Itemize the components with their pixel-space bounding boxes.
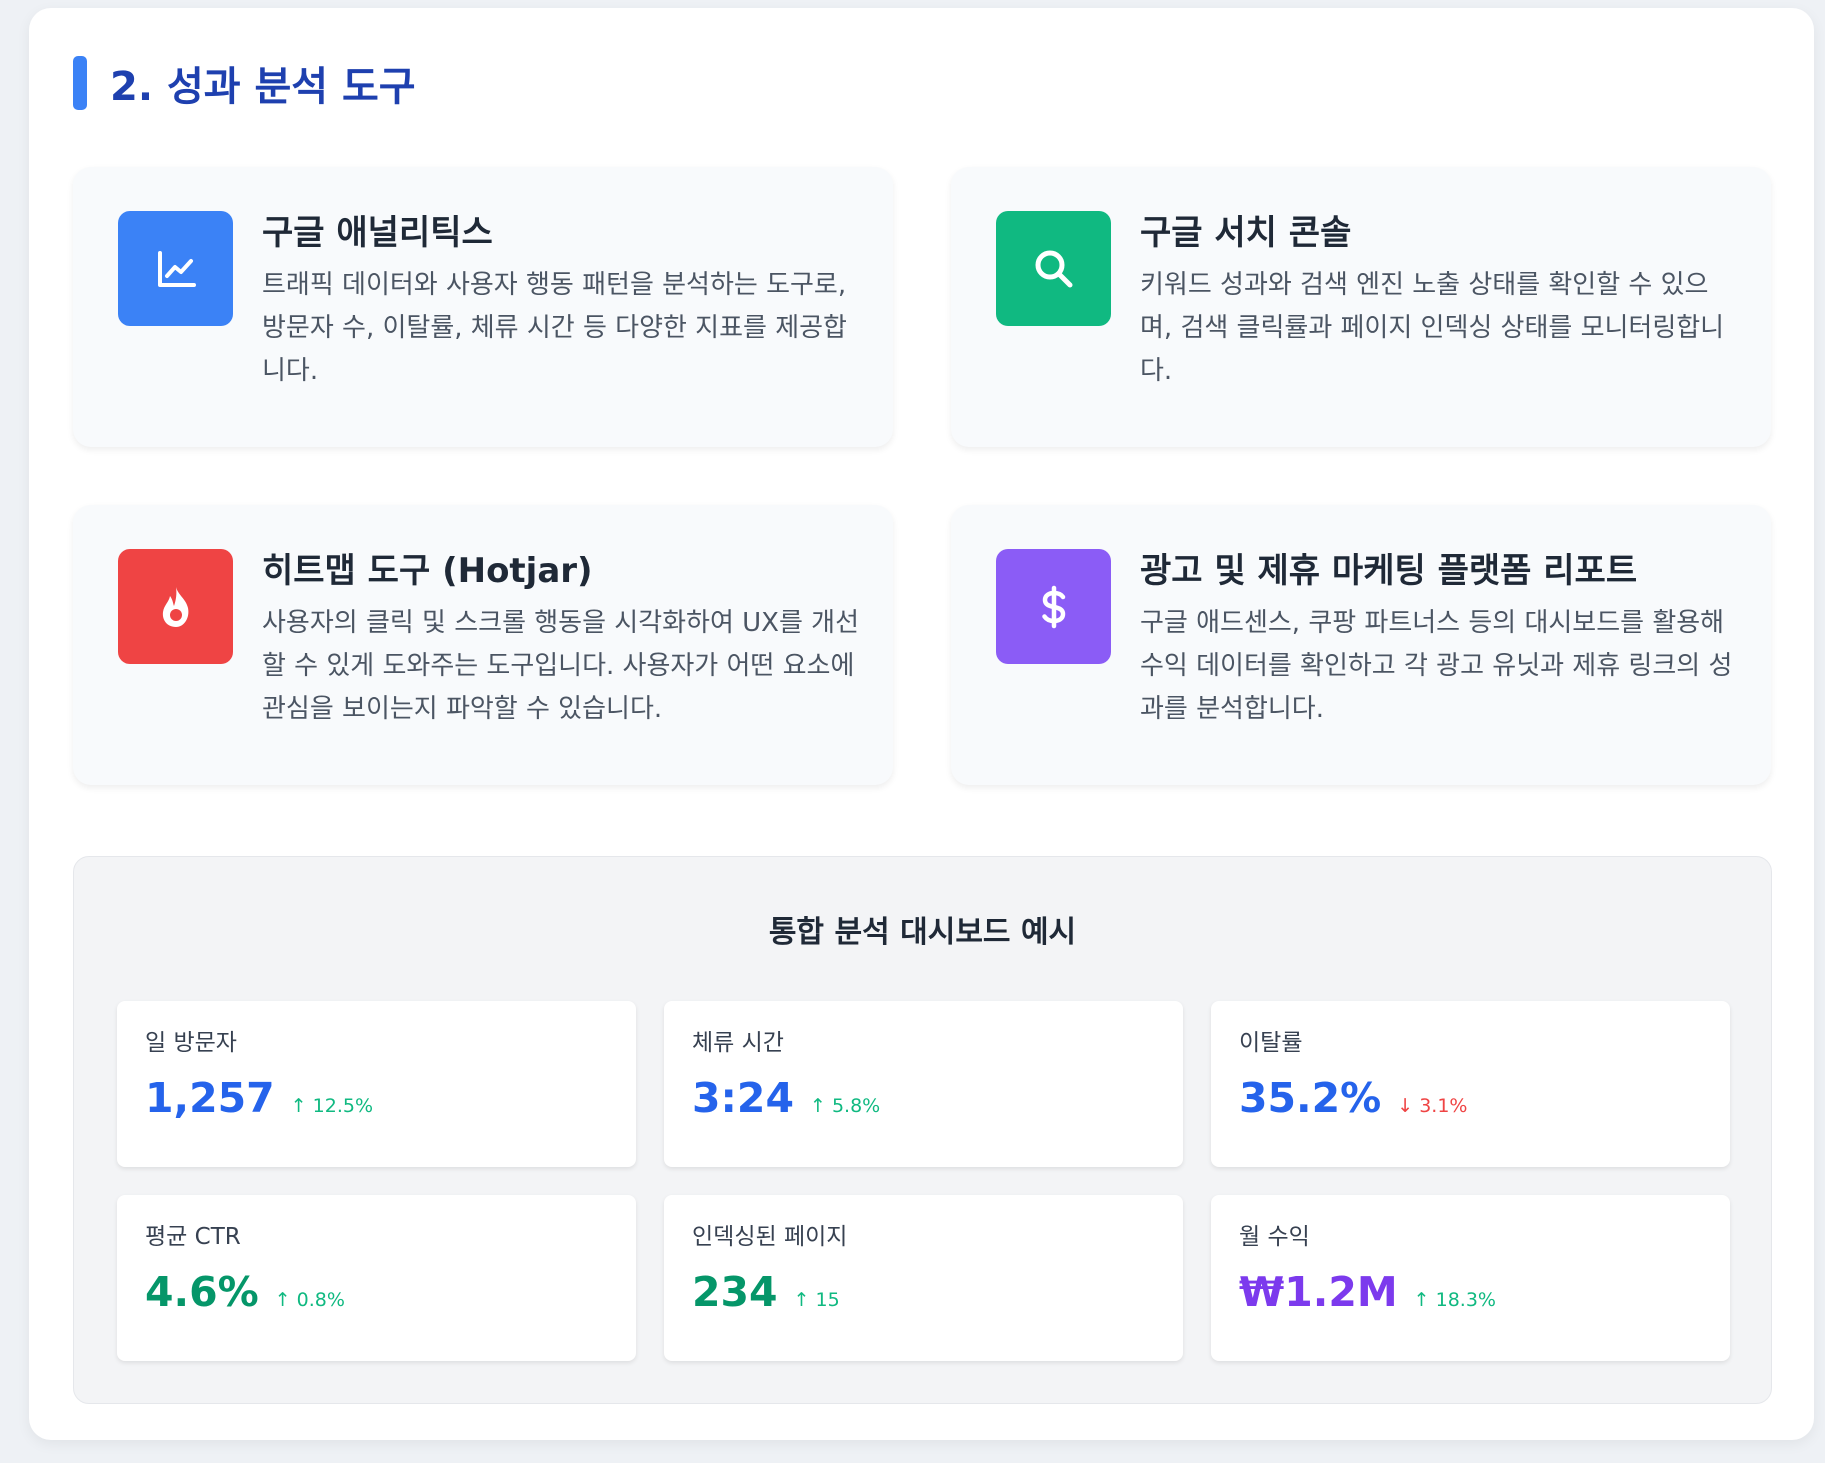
- metric-label: 일 방문자: [145, 1030, 237, 1056]
- tool-name: 광고 및 제휴 마케팅 플랫폼 리포트: [1140, 551, 1638, 591]
- tool-name: 구글 애널리틱스: [262, 213, 493, 253]
- metric-label: 이탈률: [1239, 1030, 1303, 1056]
- section-title: 2. 성과 분석 도구: [110, 64, 416, 110]
- metric-label: 평균 CTR: [145, 1224, 241, 1250]
- tool-card-ad-platform-report: 광고 및 제휴 마케팅 플랫폼 리포트 구글 애드센스, 쿠팡 파트너스 등의 …: [951, 505, 1771, 785]
- metric-card-average-ctr: 평균 CTR 4.6% ↑ 0.8%: [117, 1195, 636, 1361]
- tool-description: 키워드 성과와 검색 엔진 노출 상태를 확인할 수 있으며, 검색 클릭률과 …: [1140, 270, 1725, 386]
- metric-label: 인덱싱된 페이지: [692, 1224, 848, 1250]
- metric-value: 1,257: [145, 1074, 275, 1122]
- tool-name: 구글 서치 콘솔: [1140, 213, 1352, 253]
- dashboard-title: 통합 분석 대시보드 예시: [768, 915, 1077, 950]
- metric-value: 3:24: [692, 1074, 794, 1122]
- dashboard-example-panel: 통합 분석 대시보드 예시 일 방문자 1,257 ↑ 12.5% 체류 시간 …: [73, 856, 1772, 1404]
- metric-change: ↑ 5.8%: [809, 1095, 881, 1117]
- performance-tools-card: 2. 성과 분석 도구 구글 애널리틱스 트래픽 데이터와 사용자 행동 패턴을…: [29, 8, 1814, 1440]
- tool-description: 트래픽 데이터와 사용자 행동 패턴을 분석하는 도구로, 방문자 수, 이탈률…: [262, 270, 847, 386]
- tool-description: 사용자의 클릭 및 스크롤 행동을 시각화하여 UX를 개선할 수 있게 도와주…: [262, 608, 860, 724]
- tool-card-google-analytics: 구글 애널리틱스 트래픽 데이터와 사용자 행동 패턴을 분석하는 도구로, 방…: [73, 167, 893, 447]
- metric-card-monthly-revenue: 월 수익 ₩1.2M ↑ 18.3%: [1211, 1195, 1730, 1361]
- title-accent-bar: [73, 56, 87, 110]
- metric-change: ↓ 3.1%: [1397, 1095, 1468, 1117]
- metric-card-bounce-rate: 이탈률 35.2% ↓ 3.1%: [1211, 1001, 1730, 1167]
- tool-card-search-console: 구글 서치 콘솔 키워드 성과와 검색 엔진 노출 상태를 확인할 수 있으며,…: [951, 167, 1771, 447]
- section-heading: 2. 성과 분석 도구: [73, 52, 416, 114]
- metric-value: ₩1.2M: [1239, 1268, 1398, 1316]
- metric-card-dwell-time: 체류 시간 3:24 ↑ 5.8%: [664, 1001, 1183, 1167]
- metric-change: ↑ 0.8%: [274, 1289, 345, 1311]
- metric-value: 4.6%: [145, 1268, 259, 1316]
- dollar-icon: [996, 549, 1111, 664]
- tool-name: 히트맵 도구 (Hotjar): [262, 551, 593, 591]
- metric-value: 234: [692, 1268, 778, 1316]
- metric-card-daily-visitors: 일 방문자 1,257 ↑ 12.5%: [117, 1001, 636, 1167]
- metric-card-indexed-pages: 인덱싱된 페이지 234 ↑ 15: [664, 1195, 1183, 1361]
- fire-icon: [118, 549, 233, 664]
- search-icon: [996, 211, 1111, 326]
- tool-card-hotjar: 히트맵 도구 (Hotjar) 사용자의 클릭 및 스크롤 행동을 시각화하여 …: [73, 505, 893, 785]
- metric-change: ↑ 18.3%: [1413, 1289, 1496, 1311]
- metric-change: ↑ 15: [793, 1289, 840, 1311]
- line-chart-icon: [118, 211, 233, 326]
- metric-change: ↑ 12.5%: [290, 1095, 374, 1117]
- metric-value: 35.2%: [1239, 1074, 1382, 1122]
- tool-description: 구글 애드센스, 쿠팡 파트너스 등의 대시보드를 활용해 수익 데이터를 확인…: [1140, 608, 1733, 724]
- metric-label: 체류 시간: [692, 1030, 784, 1056]
- metric-label: 월 수익: [1239, 1224, 1310, 1250]
